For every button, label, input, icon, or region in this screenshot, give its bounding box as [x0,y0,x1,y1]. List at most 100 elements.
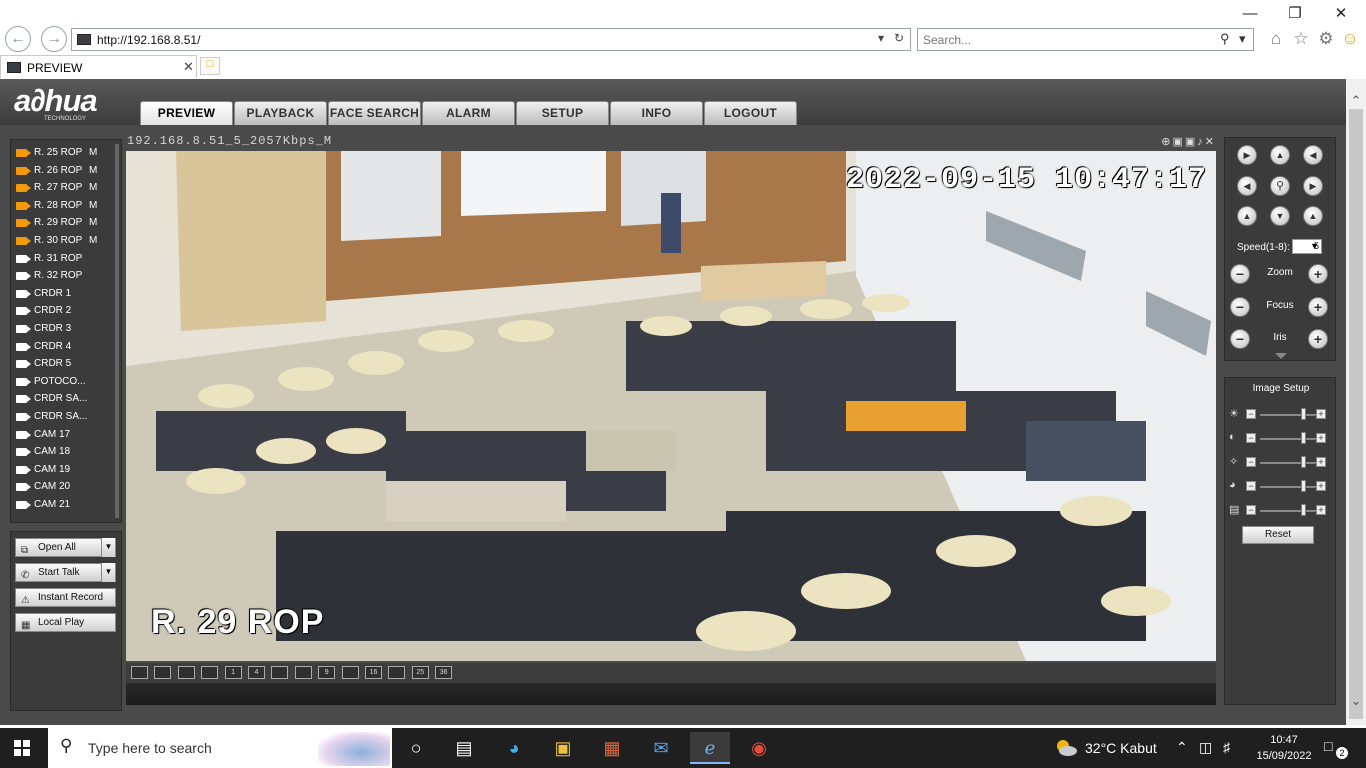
search-dropdown-icon[interactable]: ▾ [1239,31,1246,47]
channel-item[interactable]: R. 30 ROP M [11,232,117,250]
restore-icon[interactable]: ❐ [1285,4,1305,24]
menu-tab-playback[interactable]: PLAYBACK [234,101,327,125]
channel-item[interactable]: R. 26 ROP M [11,162,117,180]
channel-item[interactable]: CRDR 4 [11,338,117,356]
slider-knob[interactable] [1300,408,1306,420]
layout-button[interactable] [177,666,195,679]
channel-item[interactable]: CRDR 3 [11,320,117,338]
channel-item[interactable]: CAM 21 [11,496,117,514]
layout-button[interactable]: 25 [411,666,429,679]
channel-item[interactable]: CRDR 5 [11,355,117,373]
tray-chevron-up-icon[interactable]: ⌃ [1176,739,1188,756]
mail-icon[interactable]: ✉ [641,732,681,764]
reset-button[interactable]: Reset [1242,526,1314,544]
network-icon[interactable]: ◫ [1199,739,1212,756]
weather-icon[interactable] [1054,736,1078,760]
slider-increase-button[interactable]: + [1316,481,1326,491]
channel-item[interactable]: CRDR 1 [11,285,117,303]
forward-button[interactable]: → [41,26,67,52]
iris-close-button[interactable]: − [1230,329,1250,349]
channel-item[interactable]: CAM 17 [11,426,117,444]
close-icon[interactable]: ✕ [1331,4,1351,24]
layout-button[interactable] [201,666,219,679]
windows-start-icon[interactable] [14,740,30,756]
chrome-icon[interactable]: ◉ [739,732,779,764]
channel-item[interactable]: CRDR 2 [11,302,117,320]
open-all-button[interactable]: ⧉ Open All ▼ [15,538,116,557]
weather-text[interactable]: 32°C Kabut [1085,740,1157,756]
instant-record-button[interactable]: ⚠ Instant Record [15,588,116,607]
zoom-in-icon[interactable]: ⊕ [1161,136,1172,148]
channel-item[interactable]: CAM 20 [11,478,117,496]
record-icon[interactable]: ▣ [1172,136,1184,148]
volume-icon[interactable]: ♯ [1223,739,1230,755]
layout-button[interactable]: 4 [248,666,265,679]
home-icon[interactable]: ⌂ [1266,29,1286,49]
notification-center-icon[interactable]: □ 2 [1324,738,1348,759]
layout-button[interactable] [294,666,312,679]
feedback-smiley-icon[interactable]: ☺ [1340,29,1360,49]
browser-tab[interactable]: PREVIEW ✕ [0,55,197,78]
focus-far-button[interactable]: + [1308,297,1328,317]
taskbar-search-box[interactable]: ⚲ Type here to search [48,728,392,768]
address-dropdown-icon[interactable]: ▾ [878,31,884,45]
focus-near-button[interactable]: − [1230,297,1250,317]
zoom-in-button[interactable]: + [1308,264,1328,284]
menu-tab-info[interactable]: INFO [610,101,703,125]
ptz-up-left-button[interactable]: ▶ [1237,145,1257,165]
channel-item[interactable]: CRDR SA... [11,390,117,408]
slider-track[interactable] [1260,462,1318,464]
menu-tab-preview[interactable]: PREVIEW [140,101,233,125]
snapshot-icon[interactable]: ▣ [1185,136,1197,148]
slider-knob[interactable] [1300,456,1306,468]
task-view-icon[interactable]: ▤ [444,732,484,764]
layout-button[interactable] [271,666,289,679]
menu-tab-setup[interactable]: SETUP [516,101,609,125]
slider-decrease-button[interactable]: − [1246,481,1256,491]
audio-icon[interactable]: ♪ [1197,136,1205,148]
ptz-up-button[interactable]: ▲ [1270,145,1290,165]
new-tab-button[interactable]: □ [200,57,220,75]
scroll-down-icon[interactable]: ⌄ [1346,693,1366,709]
ptz-down-right-button[interactable]: ▲ [1303,206,1323,226]
local-play-button[interactable]: ▦ Local Play [15,613,116,632]
ptz-auto-button[interactable]: ⚲ [1270,176,1290,196]
tab-close-icon[interactable]: ✕ [183,59,194,75]
slider-knob[interactable] [1300,504,1306,516]
layout-button[interactable] [154,666,172,679]
menu-tab-face-search[interactable]: FACE SEARCH [328,101,421,125]
slider-track[interactable] [1260,414,1318,416]
layout-button[interactable]: 16 [365,666,382,679]
start-talk-button[interactable]: ✆ Start Talk ▼ [15,563,116,582]
ptz-collapse-icon[interactable] [1275,353,1287,359]
search-icon[interactable]: ⚲ [1220,31,1230,47]
slider-increase-button[interactable]: + [1316,505,1326,515]
slider-track[interactable] [1260,486,1318,488]
layout-button[interactable] [388,666,406,679]
iris-open-button[interactable]: + [1308,329,1328,349]
slider-increase-button[interactable]: + [1316,457,1326,467]
channel-item[interactable]: R. 32 ROP [11,267,117,285]
settings-gear-icon[interactable]: ⚙ [1316,29,1336,49]
slider-track[interactable] [1260,438,1318,440]
browser-search-input[interactable] [923,32,1213,48]
file-explorer-icon[interactable]: ▣ [543,732,583,764]
slider-increase-button[interactable]: + [1316,409,1326,419]
minimize-icon[interactable]: — [1240,4,1260,24]
scroll-up-icon[interactable]: ⌃ [1346,93,1366,109]
slider-decrease-button[interactable]: − [1246,409,1256,419]
refresh-icon[interactable]: ↻ [894,31,904,45]
slider-increase-button[interactable]: + [1316,433,1326,443]
slider-decrease-button[interactable]: − [1246,457,1256,467]
channel-item[interactable]: CAM 18 [11,443,117,461]
open-all-dropdown[interactable]: ▼ [101,538,115,557]
channel-item[interactable]: CAM 19 [11,461,117,479]
back-button[interactable]: ← [5,26,31,52]
layout-button[interactable] [131,666,148,679]
layout-button[interactable]: 9 [318,666,336,679]
cortana-icon[interactable]: ○ [396,732,436,764]
channel-list-scrollbar[interactable] [115,144,119,518]
ptz-left-button[interactable]: ◀ [1237,176,1257,196]
edge-icon[interactable]: ◕ [494,732,534,764]
speed-select[interactable]: 5 ▼ [1292,239,1322,254]
